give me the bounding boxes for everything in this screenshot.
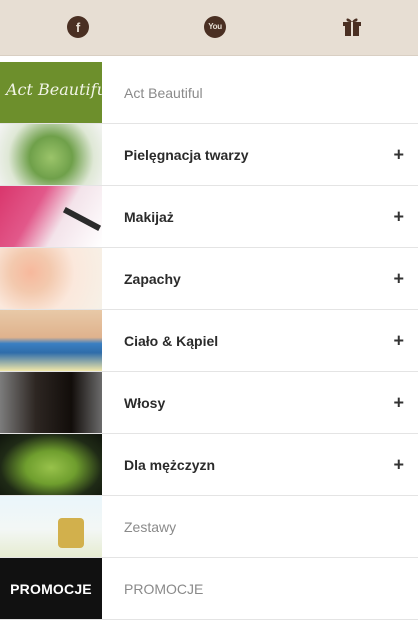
menu-item-sets[interactable]: Zestawy xyxy=(0,496,418,558)
menu-item-label: Ciało & Kąpiel xyxy=(124,332,219,349)
menu-item-face-care[interactable]: Pielęgnacja twarzy + xyxy=(0,124,418,186)
face-care-thumbnail xyxy=(0,124,102,185)
facebook-icon[interactable]: f xyxy=(67,16,89,38)
menu-item-act-beautiful[interactable]: Act Beautiful Act Beautiful xyxy=(0,62,418,124)
promotions-thumbnail: PROMOCJE xyxy=(0,558,102,619)
menu-item-makeup[interactable]: Makijaż + xyxy=(0,186,418,248)
menu-item-body-bath[interactable]: Ciało & Kąpiel + xyxy=(0,310,418,372)
menu-item-label: Zapachy xyxy=(124,270,181,287)
expand-plus-icon[interactable]: + xyxy=(393,144,404,165)
menu-item-fragrances[interactable]: Zapachy + xyxy=(0,248,418,310)
hair-thumbnail xyxy=(0,372,102,433)
youtube-icon[interactable]: You xyxy=(204,16,226,38)
expand-plus-icon[interactable]: + xyxy=(393,268,404,289)
menu-item-label: Włosy xyxy=(124,394,166,411)
makeup-thumbnail xyxy=(0,186,102,247)
expand-plus-icon[interactable]: + xyxy=(393,392,404,413)
menu-item-label: Pielęgnacja twarzy xyxy=(124,146,249,163)
youtube-glyph: You xyxy=(208,22,222,31)
top-social-bar: f You xyxy=(0,0,418,56)
menu-item-label: Dla mężczyzn xyxy=(124,456,216,473)
facebook-glyph: f xyxy=(75,19,81,35)
promotions-thumb-text: PROMOCJE xyxy=(10,580,92,597)
expand-plus-icon[interactable]: + xyxy=(393,206,404,227)
act-beautiful-thumb-text: Act Beautiful xyxy=(6,80,102,99)
expand-plus-icon[interactable]: + xyxy=(393,330,404,351)
gift-icon[interactable] xyxy=(339,14,365,40)
men-thumbnail xyxy=(0,434,102,495)
menu-item-label: Act Beautiful xyxy=(124,84,203,101)
menu-item-men[interactable]: Dla mężczyzn + xyxy=(0,434,418,496)
menu-item-label: Makijaż xyxy=(124,208,174,225)
fragrances-thumbnail xyxy=(0,248,102,309)
act-beautiful-thumbnail: Act Beautiful xyxy=(0,62,102,123)
menu-item-hair[interactable]: Włosy + xyxy=(0,372,418,434)
menu-item-label: PROMOCJE xyxy=(124,580,204,597)
body-bath-thumbnail xyxy=(0,310,102,371)
sets-thumbnail xyxy=(0,496,102,557)
menu-item-label: Zestawy xyxy=(124,518,177,535)
menu-item-promotions[interactable]: PROMOCJE PROMOCJE xyxy=(0,558,418,620)
expand-plus-icon[interactable]: + xyxy=(393,454,404,475)
category-menu: Act Beautiful Act Beautiful Pielęgnacja … xyxy=(0,62,418,620)
